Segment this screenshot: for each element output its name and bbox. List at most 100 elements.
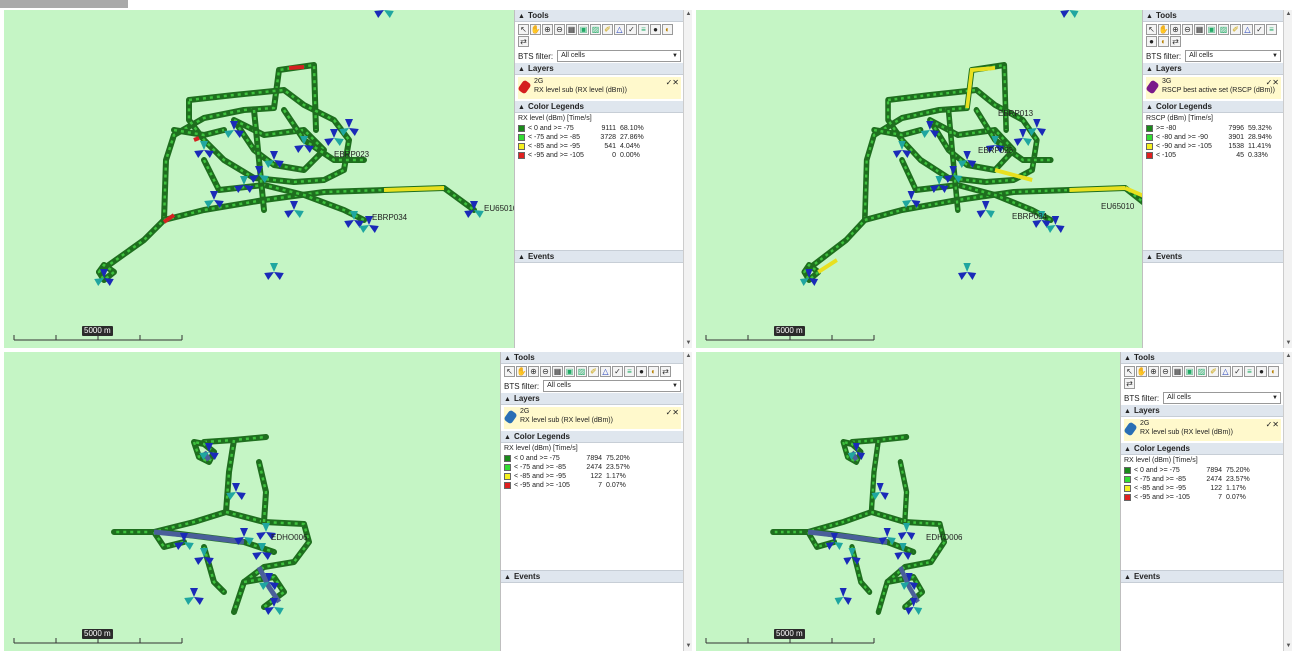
ruler-icon[interactable]: ✐ (588, 366, 599, 377)
bts-filter-select[interactable]: All cells ▼ (543, 380, 681, 392)
pointer-icon[interactable]: ↖ (1124, 366, 1135, 377)
bts-filter-select[interactable]: All cells ▼ (1163, 392, 1281, 404)
route-icon[interactable]: ≡ (1266, 24, 1277, 35)
layer-toggle-remove-icons[interactable]: ✓✕ (1266, 78, 1279, 87)
bts-site-icon[interactable] (1060, 10, 1079, 18)
hand-pan-icon[interactable]: ✋ (530, 24, 541, 35)
route-icon[interactable]: ≡ (638, 24, 649, 35)
panel-scrollbar[interactable]: ▲ ▼ (683, 352, 692, 651)
hand-pan-icon[interactable]: ✋ (1158, 24, 1169, 35)
globe-icon[interactable]: ● (1256, 366, 1267, 377)
checkmark-icon[interactable]: ✓ (626, 24, 637, 35)
scroll-up-icon[interactable]: ▲ (684, 10, 692, 19)
grid-icon[interactable]: ▦ (1172, 366, 1183, 377)
export-icon[interactable]: ⇄ (1170, 36, 1181, 47)
map-layer-2-icon[interactable]: ▨ (576, 366, 587, 377)
collapse-icon[interactable]: ▲ (518, 11, 525, 22)
map-layer-icon[interactable]: ▣ (1184, 366, 1195, 377)
collapse-icon[interactable]: ▲ (504, 353, 511, 364)
events-section-header[interactable]: ▲ Events (515, 251, 684, 263)
bts-site-icon[interactable] (897, 523, 916, 540)
grid-icon[interactable]: ▦ (552, 366, 563, 377)
map-layer-icon[interactable]: ▣ (564, 366, 575, 377)
bts-filter-select[interactable]: All cells ▼ (557, 50, 681, 62)
export-icon[interactable]: ⇄ (660, 366, 671, 377)
map-layer-2-icon[interactable]: ▨ (1218, 24, 1229, 35)
globe-icon[interactable]: ● (650, 24, 661, 35)
export-icon[interactable]: ⇄ (518, 36, 529, 47)
zoom-in-icon[interactable]: ⊕ (1170, 24, 1181, 35)
map-layer-2-icon[interactable]: ▨ (590, 24, 601, 35)
layers-section-header[interactable]: ▲ Layers (1143, 63, 1284, 75)
layer-toggle-remove-icons[interactable]: ✓✕ (1266, 420, 1279, 429)
panel-scrollbar[interactable]: ▲ ▼ (1283, 10, 1292, 348)
checkmark-icon[interactable]: ✓ (1254, 24, 1265, 35)
collapse-icon[interactable]: ▲ (1146, 64, 1153, 75)
bts-site-icon[interactable] (264, 263, 284, 280)
layer-toggle-remove-icons[interactable]: ✓✕ (666, 408, 679, 417)
chevron-down-icon[interactable]: ▼ (1272, 393, 1278, 403)
scroll-up-icon[interactable]: ▲ (684, 352, 692, 361)
coverage-map[interactable]: EDHO006 5000 m (696, 352, 1120, 651)
tools-section-header[interactable]: ▲ Tools (501, 352, 684, 364)
collapse-icon[interactable]: ▲ (1146, 11, 1153, 22)
map-layer-icon[interactable]: ▣ (1206, 24, 1217, 35)
chevron-down-icon[interactable]: ▼ (672, 381, 678, 391)
ruler-icon[interactable]: ✐ (602, 24, 613, 35)
events-section-header[interactable]: ▲ Events (501, 571, 684, 583)
bts-site-icon[interactable] (194, 548, 214, 565)
route-icon[interactable]: ≡ (624, 366, 635, 377)
scroll-up-icon[interactable]: ▲ (1284, 10, 1292, 19)
scroll-down-icon[interactable]: ▼ (684, 339, 692, 348)
layers-section-header[interactable]: ▲ Layers (501, 393, 684, 405)
events-section-header[interactable]: ▲ Events (1121, 571, 1284, 583)
zoom-in-icon[interactable]: ⊕ (1148, 366, 1159, 377)
panel-scrollbar[interactable]: ▲ ▼ (1283, 352, 1292, 651)
collapse-icon[interactable]: ▲ (1124, 444, 1131, 455)
bts-site-icon[interactable] (284, 201, 304, 218)
layers-section-header[interactable]: ▲ Layers (515, 63, 684, 75)
layers-icon[interactable]: ◐ (648, 366, 659, 377)
bts-site-icon[interactable] (957, 263, 977, 280)
zoom-out-icon[interactable]: ⊖ (1182, 24, 1193, 35)
export-icon[interactable]: ⇄ (1124, 378, 1135, 389)
pointer-icon[interactable]: ↖ (1146, 24, 1157, 35)
grid-icon[interactable]: ▦ (566, 24, 577, 35)
map-layer-2-icon[interactable]: ▨ (1196, 366, 1207, 377)
bts-site-icon[interactable] (184, 588, 204, 605)
hand-pan-icon[interactable]: ✋ (1136, 366, 1147, 377)
chevron-down-icon[interactable]: ▼ (672, 51, 678, 61)
tools-section-header[interactable]: ▲ Tools (515, 10, 684, 22)
layers-icon[interactable]: ◐ (1158, 36, 1169, 47)
layers-icon[interactable]: ◐ (1268, 366, 1279, 377)
zoom-out-icon[interactable]: ⊖ (554, 24, 565, 35)
scroll-down-icon[interactable]: ▼ (1284, 339, 1292, 348)
polygon-icon[interactable]: △ (600, 366, 611, 377)
globe-icon[interactable]: ● (1146, 36, 1157, 47)
bts-site-icon[interactable] (374, 10, 394, 18)
ruler-icon[interactable]: ✐ (1230, 24, 1241, 35)
collapse-icon[interactable]: ▲ (1124, 572, 1131, 583)
color-legends-section-header[interactable]: ▲ Color Legends (515, 101, 684, 113)
scroll-down-icon[interactable]: ▼ (684, 642, 692, 651)
layer-item[interactable]: 2G RX level sub (RX level (dBm)) ✓✕ (503, 407, 681, 429)
pointer-icon[interactable]: ↖ (518, 24, 529, 35)
collapse-icon[interactable]: ▲ (518, 252, 525, 263)
grid-icon[interactable]: ▦ (1194, 24, 1205, 35)
collapse-icon[interactable]: ▲ (504, 432, 511, 443)
zoom-in-icon[interactable]: ⊕ (528, 366, 539, 377)
zoom-in-icon[interactable]: ⊕ (542, 24, 553, 35)
route-icon[interactable]: ≡ (1244, 366, 1255, 377)
polygon-icon[interactable]: △ (1242, 24, 1253, 35)
chevron-down-icon[interactable]: ▼ (1272, 51, 1278, 61)
events-section-header[interactable]: ▲ Events (1143, 251, 1284, 263)
polygon-icon[interactable]: △ (614, 24, 625, 35)
bts-site-icon[interactable] (843, 548, 861, 565)
panel-scrollbar[interactable]: ▲ ▼ (683, 10, 692, 348)
layer-item[interactable]: 2G RX level sub (RX level (dBm)) ✓✕ (517, 77, 681, 99)
layer-item[interactable]: 3G RSCP best active set (RSCP (dBm)) ✓✕ (1145, 77, 1281, 99)
collapse-icon[interactable]: ▲ (1124, 353, 1131, 364)
color-legends-section-header[interactable]: ▲ Color Legends (1121, 443, 1284, 455)
polygon-icon[interactable]: △ (1220, 366, 1231, 377)
color-legends-section-header[interactable]: ▲ Color Legends (501, 431, 684, 443)
